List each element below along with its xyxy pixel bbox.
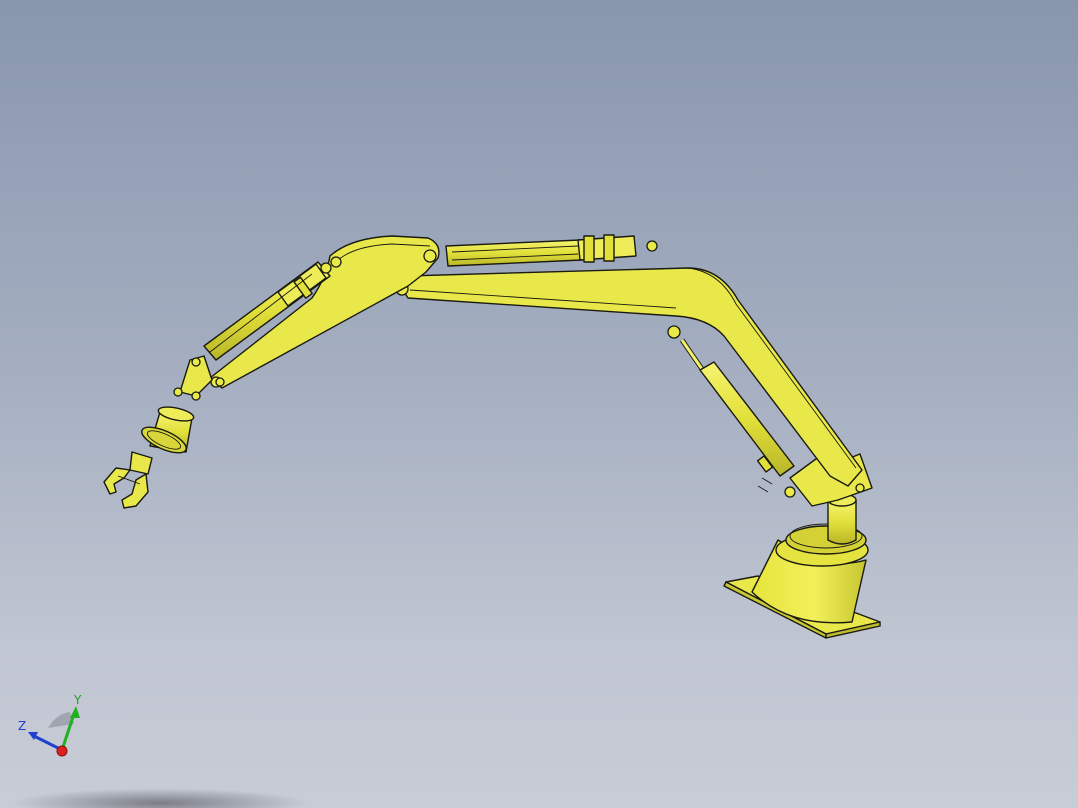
x-axis-dot-icon xyxy=(56,745,68,757)
graphics-viewport[interactable]: Y Z xyxy=(0,0,1078,808)
robot-arm-model[interactable] xyxy=(0,0,1078,808)
y-axis-label: Y xyxy=(73,693,82,707)
y-axis-arrowhead-icon xyxy=(70,706,80,718)
z-axis-label: Z xyxy=(18,719,26,733)
main-boom xyxy=(395,240,863,487)
wrist-rotator xyxy=(141,406,195,454)
coordinate-triad: Y Z xyxy=(18,693,82,757)
forearm xyxy=(209,235,440,389)
arm-cylinder xyxy=(445,234,637,267)
gripper xyxy=(103,451,153,509)
